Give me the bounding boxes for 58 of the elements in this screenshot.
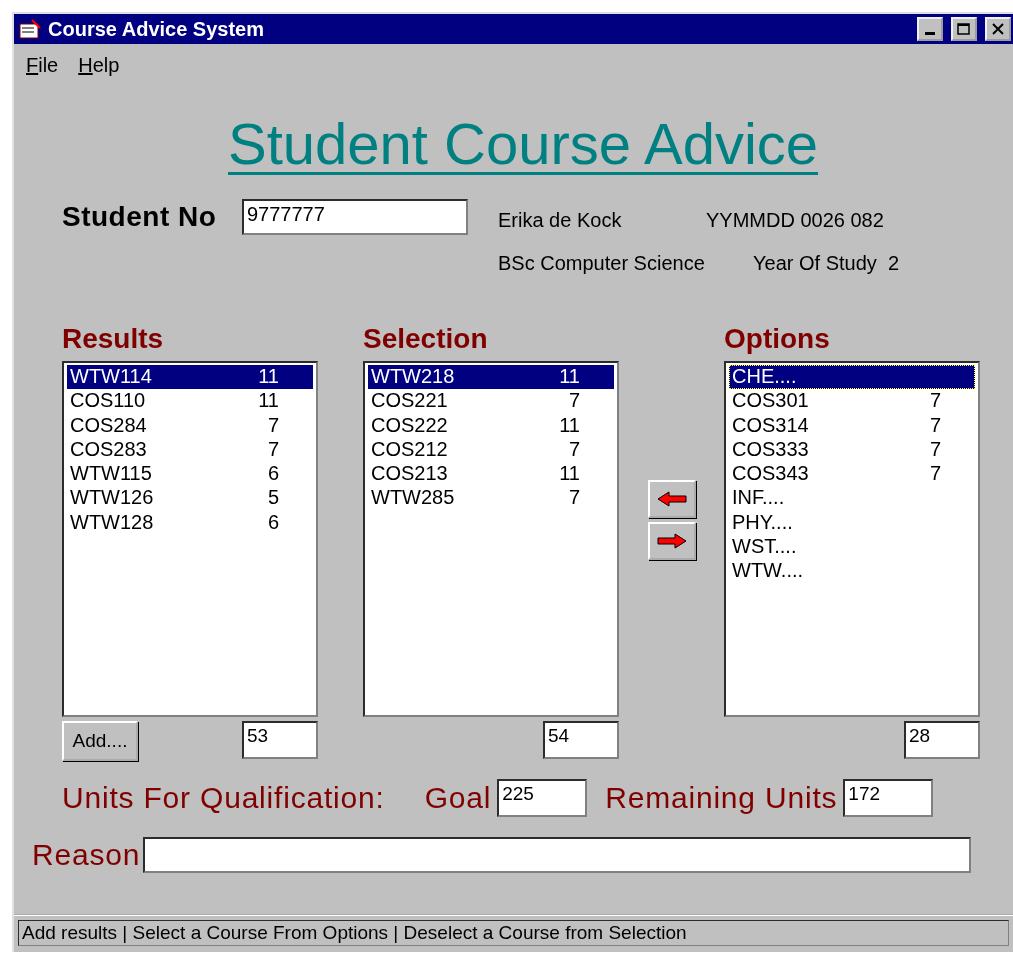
list-title: Results: [62, 323, 165, 356]
list-item[interactable]: WTW114 11: [67, 365, 313, 390]
page-heading: Student Course Advice: [228, 110, 819, 177]
list-title: Options: [724, 323, 831, 356]
list-item[interactable]: WTW285 7: [368, 486, 614, 511]
list-title: Selection: [363, 323, 489, 356]
close-button[interactable]: [985, 17, 1011, 41]
list-item[interactable]: WTW115 6: [67, 462, 313, 487]
minimize-button[interactable]: [917, 17, 943, 41]
list-item[interactable]: CHE....: [729, 365, 975, 390]
list-item[interactable]: COS222 11: [368, 413, 614, 438]
list-item[interactable]: COS110 11: [67, 389, 313, 414]
units-total-field[interactable]: 54: [543, 721, 619, 759]
list-item[interactable]: COS343 7: [729, 462, 975, 487]
minimize-icon: [925, 31, 935, 35]
list-item[interactable]: COS212 7: [368, 437, 614, 463]
units-label: Units For Qualification:: [62, 781, 385, 815]
list-item[interactable]: COS221 7: [368, 389, 614, 414]
list-item[interactable]: COS301 7: [729, 389, 975, 414]
remaining-units-label: Remaining Units: [605, 781, 838, 815]
list-item[interactable]: COS333 7: [729, 437, 975, 463]
list-item[interactable]: WTW218 11: [368, 365, 614, 390]
list-item[interactable]: WST....: [729, 535, 975, 560]
reason-label: Reason: [32, 838, 141, 872]
right-arrow-icon: [657, 533, 687, 549]
student-no-field[interactable]: 9777777: [242, 199, 468, 235]
remaining-units-field[interactable]: 172: [843, 779, 934, 817]
list-item[interactable]: COS213 11: [368, 462, 614, 487]
select-button[interactable]: [648, 522, 696, 560]
maximize-button[interactable]: [951, 17, 977, 41]
list-item[interactable]: WTW....: [729, 559, 975, 584]
maximize-icon: [957, 23, 971, 35]
list-item[interactable]: PHY....: [729, 510, 975, 536]
list-item[interactable]: COS283 7: [67, 437, 313, 463]
units-total-field[interactable]: 28: [904, 721, 980, 759]
units-total-field[interactable]: 53: [242, 721, 318, 759]
left-arrow-icon: [657, 491, 687, 507]
goal-label: Goal: [424, 781, 492, 815]
list-item[interactable]: WTW128 6: [67, 510, 313, 536]
year-of-study: Year Of Study 2: [753, 252, 900, 275]
window-title: Course Advice System: [48, 17, 265, 41]
degree-text: BSc Computer Science: [498, 252, 706, 275]
list-item[interactable]: COS314 7: [729, 413, 975, 438]
menu-item[interactable]: Help: [78, 54, 120, 84]
student-no-label: Student No: [62, 201, 218, 233]
add-button[interactable]: Add....: [62, 721, 138, 761]
status-bar: Add results | Select a Course From Options | Deselect a Course from Selection: [18, 920, 1009, 946]
app-icon: [18, 18, 42, 40]
list-item[interactable]: INF....: [729, 486, 975, 511]
list-item[interactable]: COS284 7: [67, 413, 313, 438]
deselect-button[interactable]: [648, 480, 696, 518]
goal-field[interactable]: 225: [497, 779, 588, 817]
close-icon: [992, 23, 1004, 35]
menu-item[interactable]: File: [26, 54, 59, 84]
list-item[interactable]: WTW126 5: [67, 486, 313, 511]
reason-field[interactable]: [143, 837, 972, 873]
id-number: YYMMDD 0026 082: [706, 209, 885, 232]
student-name: Erika de Kock: [498, 209, 623, 232]
